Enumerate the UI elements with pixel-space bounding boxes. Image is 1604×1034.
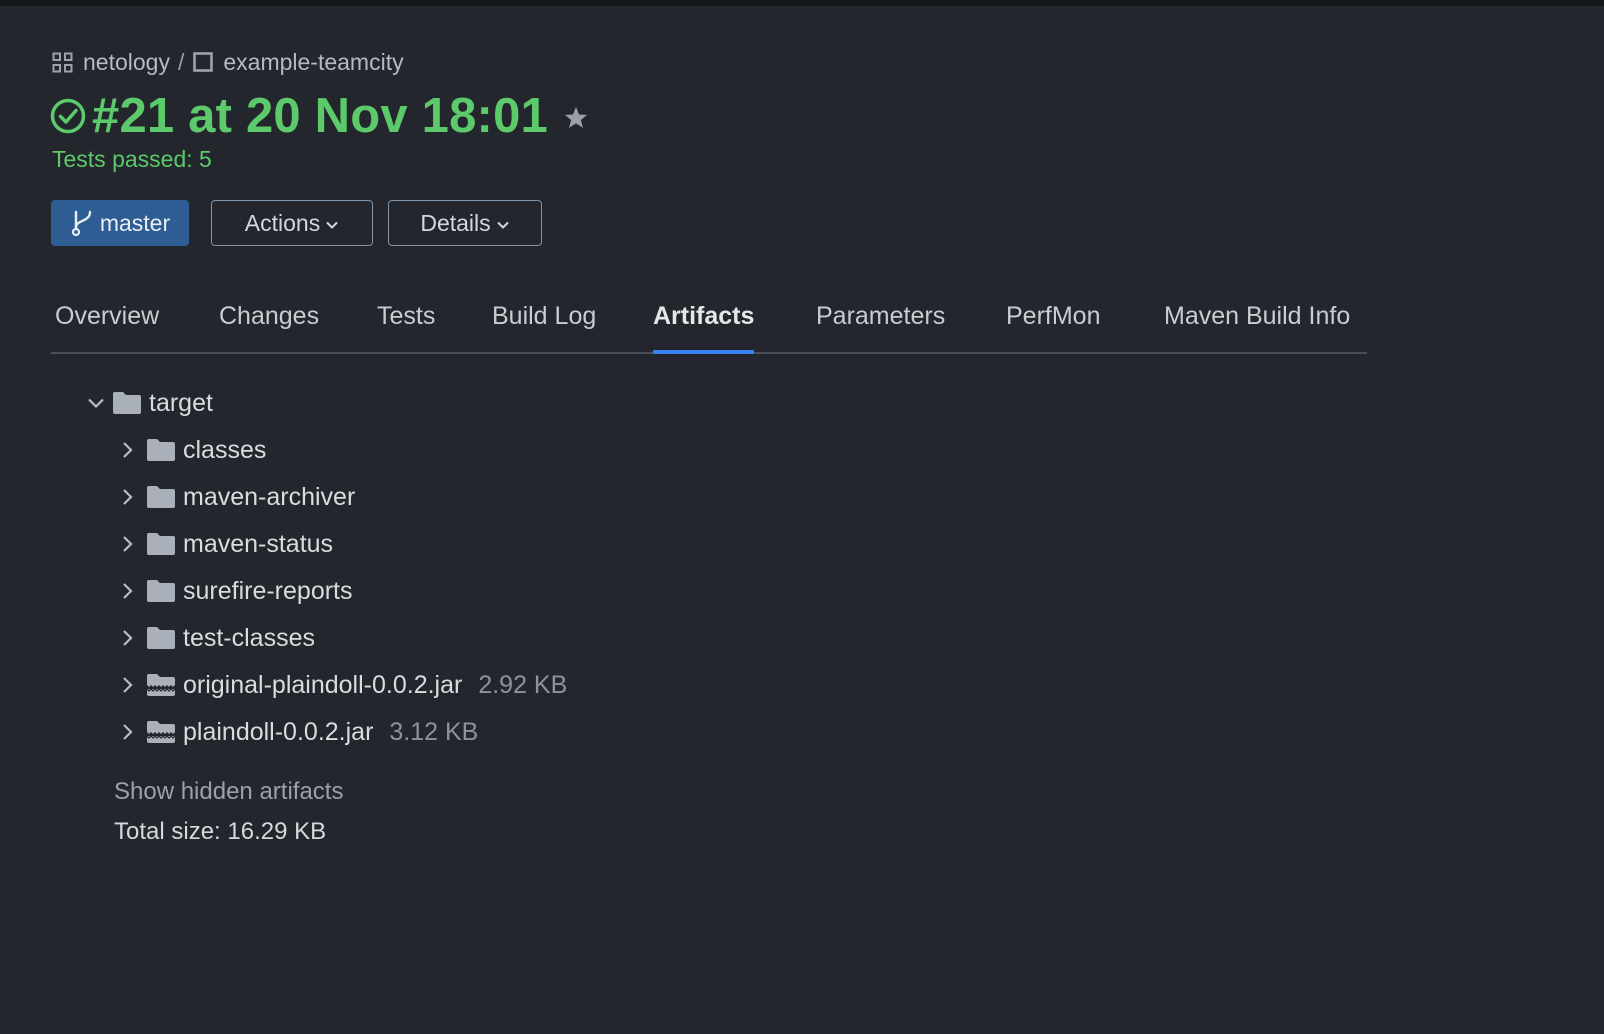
success-check-icon: [50, 98, 86, 134]
tree-item-label[interactable]: maven-archiver: [183, 483, 355, 512]
tab-changes[interactable]: Changes: [219, 302, 319, 352]
file-size: 2.92 KB: [478, 670, 568, 699]
build-title-row: #21 at 20 Nov 18:01: [50, 86, 590, 146]
tree-item-original-plaindoll-jar[interactable]: original-plaindoll-0.0.2.jar 2.92 KB: [116, 668, 567, 702]
tree-item-label[interactable]: original-plaindoll-0.0.2.jar: [183, 671, 462, 700]
build-tabs: Overview Changes Tests Build Log Artifac…: [51, 302, 1367, 354]
breadcrumb-build-config[interactable]: example-teamcity: [193, 48, 404, 76]
tree-item-classes[interactable]: classes: [116, 433, 266, 467]
archive-icon: [147, 674, 175, 696]
tree-item-label[interactable]: test-classes: [183, 624, 315, 653]
actions-dropdown-button[interactable]: Actions: [211, 200, 373, 246]
breadcrumb-build-config-label: example-teamcity: [223, 48, 404, 75]
project-grid-icon: [52, 52, 73, 72]
show-hidden-artifacts-link[interactable]: Show hidden artifacts: [114, 778, 343, 806]
tab-perfmon[interactable]: PerfMon: [1006, 302, 1100, 352]
tree-item-label[interactable]: classes: [183, 436, 266, 465]
tab-maven-build-info[interactable]: Maven Build Info: [1164, 302, 1350, 352]
tree-item-label[interactable]: plaindoll-0.0.2.jar: [183, 718, 373, 747]
folder-icon: [147, 580, 175, 602]
details-dropdown-button[interactable]: Details: [388, 200, 542, 246]
total-size: Total size: 16.29 KB: [114, 818, 327, 845]
tree-item-plaindoll-jar[interactable]: plaindoll-0.0.2.jar 3.12 KB: [116, 715, 478, 749]
tab-artifacts[interactable]: Artifacts: [653, 302, 755, 354]
tree-item-maven-archiver[interactable]: maven-archiver: [116, 480, 355, 514]
tab-parameters[interactable]: Parameters: [816, 302, 945, 352]
folder-icon: [147, 533, 175, 555]
build-status-text: Tests passed: 5: [52, 146, 212, 172]
tree-item-label[interactable]: maven-status: [183, 530, 333, 559]
tab-tests[interactable]: Tests: [377, 302, 435, 352]
tree-item-test-classes[interactable]: test-classes: [116, 621, 315, 655]
build-title: #21 at 20 Nov 18:01: [92, 89, 548, 143]
branch-label: master: [99, 209, 171, 236]
folder-icon: [147, 439, 175, 461]
chevron-down-icon: [496, 221, 509, 229]
chevron-right-icon[interactable]: [116, 674, 138, 696]
actions-label: Actions: [244, 209, 321, 236]
tab-overview[interactable]: Overview: [55, 302, 159, 352]
folder-icon: [147, 627, 175, 649]
breadcrumb: netology / example-teamcity: [52, 48, 404, 76]
breadcrumb-project-label: netology: [83, 48, 170, 75]
chevron-down-icon: [326, 221, 338, 229]
build-page: netology / example-teamcity #21 at 20 No…: [0, 6, 1604, 1034]
tab-build-log[interactable]: Build Log: [492, 302, 596, 352]
chevron-right-icon[interactable]: [116, 627, 138, 649]
branch-button[interactable]: master: [51, 200, 189, 246]
tree-item-surefire-reports[interactable]: surefire-reports: [116, 574, 353, 608]
chevron-right-icon[interactable]: [116, 486, 138, 508]
details-label: Details: [420, 209, 491, 236]
tree-item-maven-status[interactable]: maven-status: [116, 527, 333, 561]
chevron-right-icon[interactable]: [116, 580, 138, 602]
tree-item-label[interactable]: target: [149, 389, 213, 418]
archive-icon: [147, 721, 175, 743]
branch-icon: [71, 210, 92, 237]
tree-item-label[interactable]: surefire-reports: [183, 577, 353, 606]
folder-icon: [147, 486, 175, 508]
chevron-right-icon[interactable]: [116, 721, 138, 743]
chevron-right-icon[interactable]: [116, 439, 138, 461]
file-size: 3.12 KB: [389, 717, 479, 746]
chevron-down-icon[interactable]: [85, 392, 107, 414]
build-config-square-icon: [193, 52, 214, 72]
favorite-star-icon[interactable]: [562, 104, 590, 132]
folder-icon: [113, 392, 141, 414]
tree-item-target[interactable]: target: [85, 386, 213, 420]
breadcrumb-project[interactable]: netology: [52, 49, 170, 76]
chevron-right-icon[interactable]: [116, 533, 138, 555]
breadcrumb-separator: /: [177, 48, 185, 75]
